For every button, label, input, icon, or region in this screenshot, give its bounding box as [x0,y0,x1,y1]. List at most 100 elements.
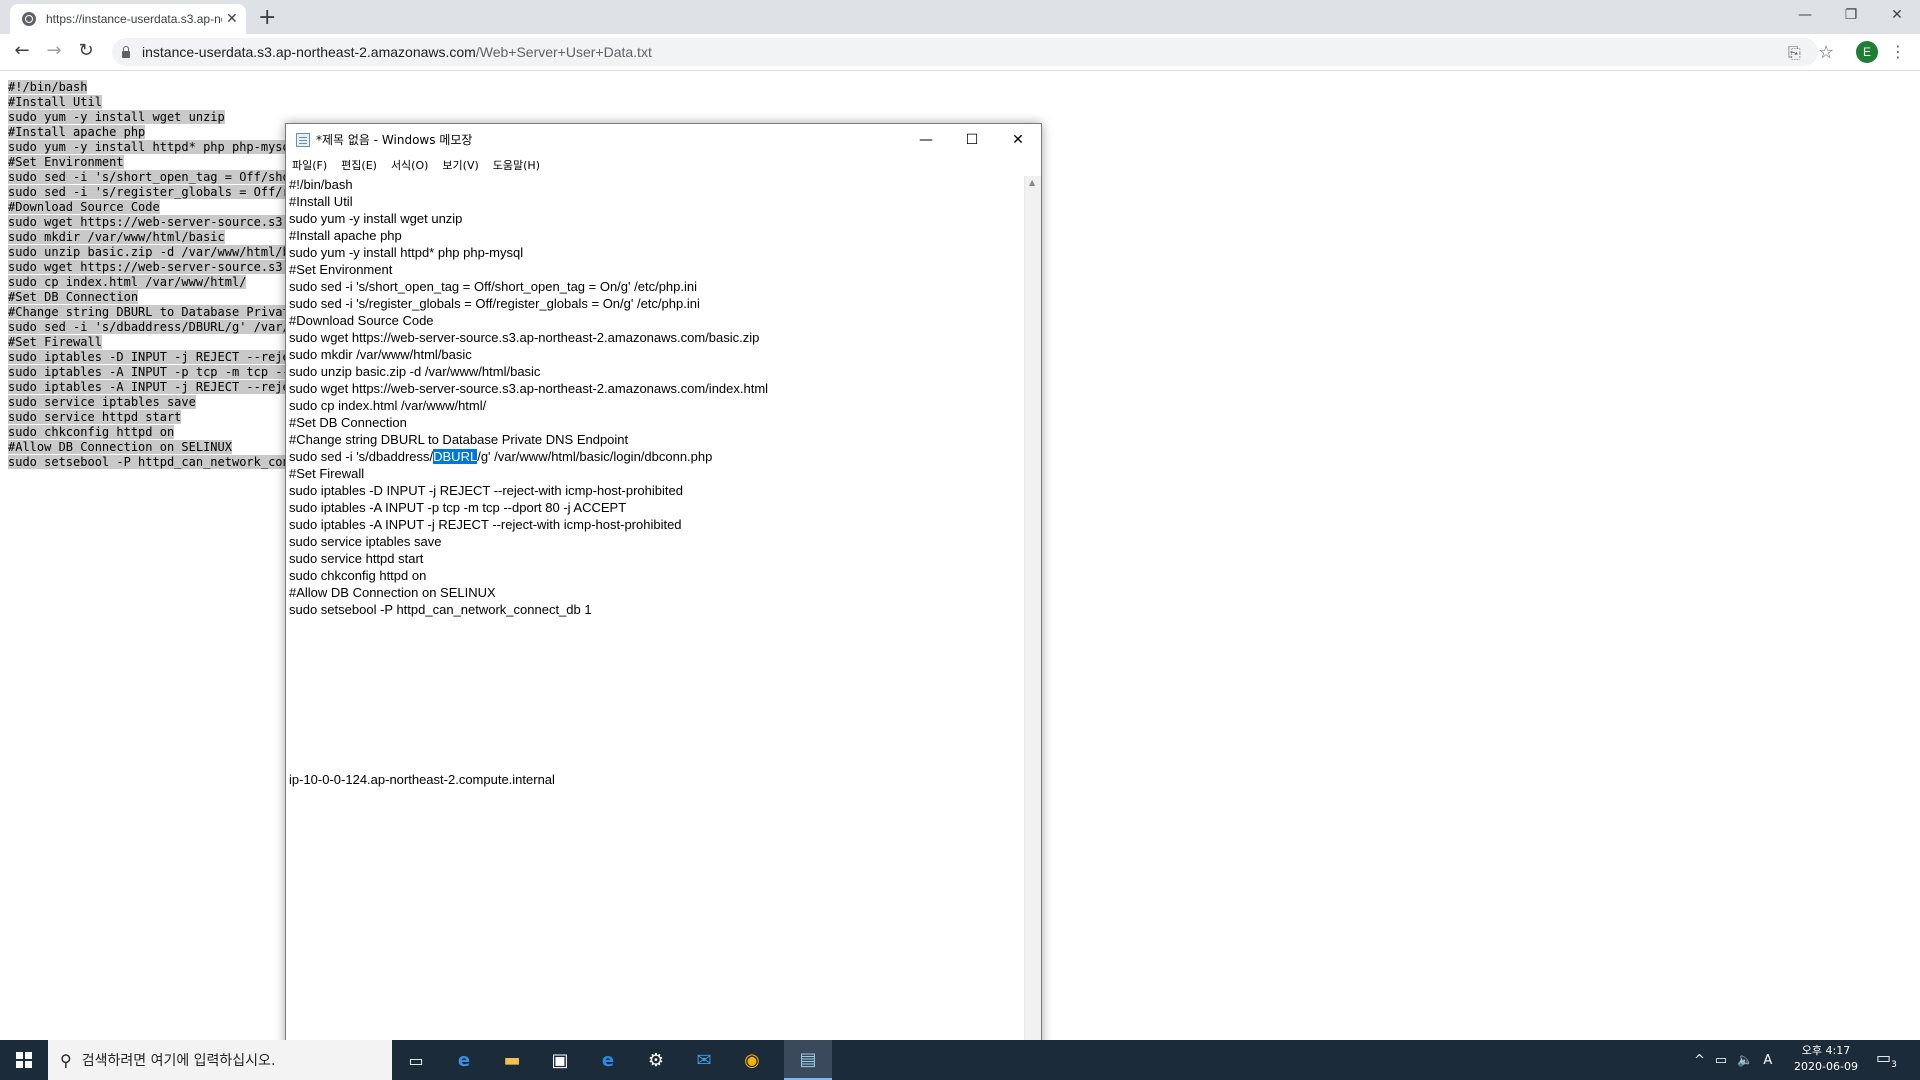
page-text-line-selection: #Install apache php [8,125,146,139]
menu-view[interactable]: 보기(V) [442,157,478,173]
ie-icon[interactable]: e [584,1040,632,1080]
minimize-button[interactable]: — [1782,0,1828,30]
notepad-line: sudo iptables -A INPUT -p tcp -m tcp --d… [289,500,627,515]
notepad-line: #Change string DBURL to Database Private… [289,432,629,447]
close-button[interactable]: ✕ [1874,0,1920,30]
url-host: instance-userdata.s3.ap-northeast-2.amaz… [142,44,476,60]
taskbar: ⚲ 검색하려면 여기에 입력하십시오. ▭ e ▬ ▣ e ⚙ ✉ ◉ ▤ ^ … [0,1040,1920,1080]
page-text-line-selection: sudo sed -i 's/dbaddress/DBURL/g' /var/w [8,320,297,334]
taskbar-search[interactable]: ⚲ 검색하려면 여기에 입력하십시오. [48,1040,392,1080]
lock-icon[interactable] [122,45,130,58]
notepad-close-button[interactable]: ✕ [995,124,1041,155]
page-text-line-selection: #Allow DB Connection on SELINUX [8,440,232,454]
tray-chevron-up-icon[interactable]: ^ [1694,1053,1705,1068]
notepad-line: sudo mkdir /var/www/html/basic [289,347,472,362]
notepad-text-area[interactable]: #!/bin/bash #Install Util sudo yum -y inst… [289,176,768,788]
page-text-line-selection: sudo iptables -A INPUT -j REJECT --rejec [8,380,297,394]
notepad-line: #Set Firewall [289,466,365,481]
page-text-line-selection: #Set Environment [8,155,124,169]
bookmark-star-icon[interactable]: ☆ [1818,42,1834,63]
sed-line-prefix: sudo sed -i 's/dbaddress/ [289,449,434,464]
file-explorer-icon[interactable]: ▬ [488,1040,536,1080]
notepad-window: *제목 없음 - Windows 메모장 — ☐ ✕ 파일(F) 편집(E) 서… [285,123,1042,1080]
selected-text[interactable]: DBURL [433,449,478,464]
notepad-line: sudo yum -y install wget unzip [289,211,463,226]
page-text-line: sudo service httpd start [8,410,297,425]
notepad-lines-after: #Set Firewall sudo iptables -D INPUT -j R… [289,465,768,618]
back-arrow-icon[interactable]: ← [10,40,34,61]
page-text-line-selection: sudo yum -y install httpd* php php-mysql [8,140,297,154]
address-bar[interactable]: instance-userdata.s3.ap-northeast-2.amaz… [112,38,1834,66]
page-text-line-selection: sudo service httpd start [8,410,182,424]
mail-icon[interactable]: ✉ [680,1040,728,1080]
notepad-line: sudo sed -i 's/short_open_tag = Off/shor… [289,279,697,294]
page-text-line: sudo setsebool -P httpd_can_network_conn [8,455,297,470]
menu-help[interactable]: 도움말(H) [493,157,540,173]
menu-file[interactable]: 파일(F) [292,157,327,173]
page-text-line: sudo sed -i 's/short_open_tag = Off/shor [8,170,297,185]
page-text-line: sudo unzip basic.zip -d /var/www/html/ba [8,245,297,260]
notepad-line: #Install Util [289,194,353,209]
sed-line-suffix: /g' /var/www/html/basic/login/dbconn.php [477,449,713,464]
volume-muted-icon[interactable]: 🔈 [1737,1053,1753,1068]
notepad-scrollbar[interactable]: ▲ [1024,176,1041,1079]
browser-tabstrip: https://instance-userdata.s3.ap-no ✕ + —… [0,0,1920,34]
notepad-sed-line: sudo sed -i 's/dbaddress/DBURL/g' /var/w… [289,448,768,465]
page-text-line: #!/bin/bash [8,80,297,95]
task-view-icon[interactable]: ▭ [392,1040,440,1080]
notepad-line: sudo cp index.html /var/www/html/ [289,398,487,413]
ime-indicator[interactable]: A [1763,1053,1772,1068]
page-text-line-selection: #Change string DBURL to Database Private [8,305,297,319]
page-text-content: #!/bin/bash #Install Util sudo yum -y inst… [8,80,297,470]
edge-icon[interactable]: e [440,1040,488,1080]
page-text-line-selection: sudo chkconfig httpd on [8,425,175,439]
menu-kebab-icon[interactable]: ⋮ [1890,42,1906,61]
page-text-line: sudo wget https://web-server-source.s3.a [8,260,297,275]
page-text-line: sudo mkdir /var/www/html/basic [8,230,297,245]
notepad-line: sudo setsebool -P httpd_can_network_conn… [289,602,592,617]
notepad-taskbar-icon[interactable]: ▤ [784,1040,832,1080]
page-text-line: #Set DB Connection [8,290,297,305]
clock-time: 오후 4:17 [1801,1044,1851,1057]
browser-tab[interactable]: https://instance-userdata.s3.ap-no ✕ [10,4,246,34]
notepad-line: sudo service iptables save [289,534,442,549]
url-path: /Web+Server+User+Data.txt [475,44,652,60]
browser-window-controls: — ❐ ✕ [1782,0,1920,30]
network-icon[interactable]: ▭ [1715,1053,1727,1068]
taskbar-clock[interactable]: 오후 4:17 2020-06-09 [1786,1043,1866,1075]
url-text[interactable]: instance-userdata.s3.ap-northeast-2.amaz… [142,44,652,60]
page-text-line: #Set Environment [8,155,297,170]
menu-edit[interactable]: 편집(E) [341,157,377,173]
blank-lines [289,618,768,771]
new-tab-button[interactable]: + [258,5,276,30]
menu-format[interactable]: 서식(O) [391,157,428,173]
page-text-line: sudo iptables -D INPUT -j REJECT --rejec [8,350,297,365]
notification-center-icon[interactable]: ▭3 [1876,1048,1897,1070]
forward-arrow-icon[interactable]: → [42,40,66,61]
notepad-minimize-button[interactable]: — [903,124,949,155]
page-text-line-selection: #Set DB Connection [8,290,139,304]
notepad-line: #Download Source Code [289,313,434,328]
start-button[interactable] [0,1040,48,1080]
page-text-line-selection: sudo setsebool -P httpd_can_network_conn [8,455,297,469]
restore-button[interactable]: ❐ [1828,0,1874,30]
notepad-line: sudo unzip basic.zip -d /var/www/html/ba… [289,364,541,379]
notepad-titlebar[interactable]: *제목 없음 - Windows 메모장 — ☐ ✕ [286,124,1041,155]
tab-close-icon[interactable]: ✕ [226,11,238,27]
notepad-line: #Allow DB Connection on SELINUX [289,585,496,600]
notepad-maximize-button[interactable]: ☐ [949,124,995,155]
page-text-line-selection: #Download Source Code [8,200,160,214]
settings-gear-icon[interactable]: ⚙ [632,1040,680,1080]
reload-icon[interactable]: ↻ [74,40,98,61]
store-icon[interactable]: ▣ [536,1040,584,1080]
notepad-line: sudo chkconfig httpd on [289,568,427,583]
profile-avatar[interactable]: E [1856,41,1878,63]
notepad-icon [296,132,310,147]
page-text-line-selection: sudo iptables -A INPUT -p tcp -m tcp --d [8,365,297,379]
page-text-line: #Install apache php [8,125,297,140]
translate-icon[interactable]: ⎘ [1788,43,1801,63]
page-text-line: sudo chkconfig httpd on [8,425,297,440]
scroll-up-arrow-icon[interactable]: ▲ [1029,178,1035,187]
chrome-icon[interactable]: ◉ [728,1040,776,1080]
page-text-line-selection: sudo service iptables save [8,395,196,409]
